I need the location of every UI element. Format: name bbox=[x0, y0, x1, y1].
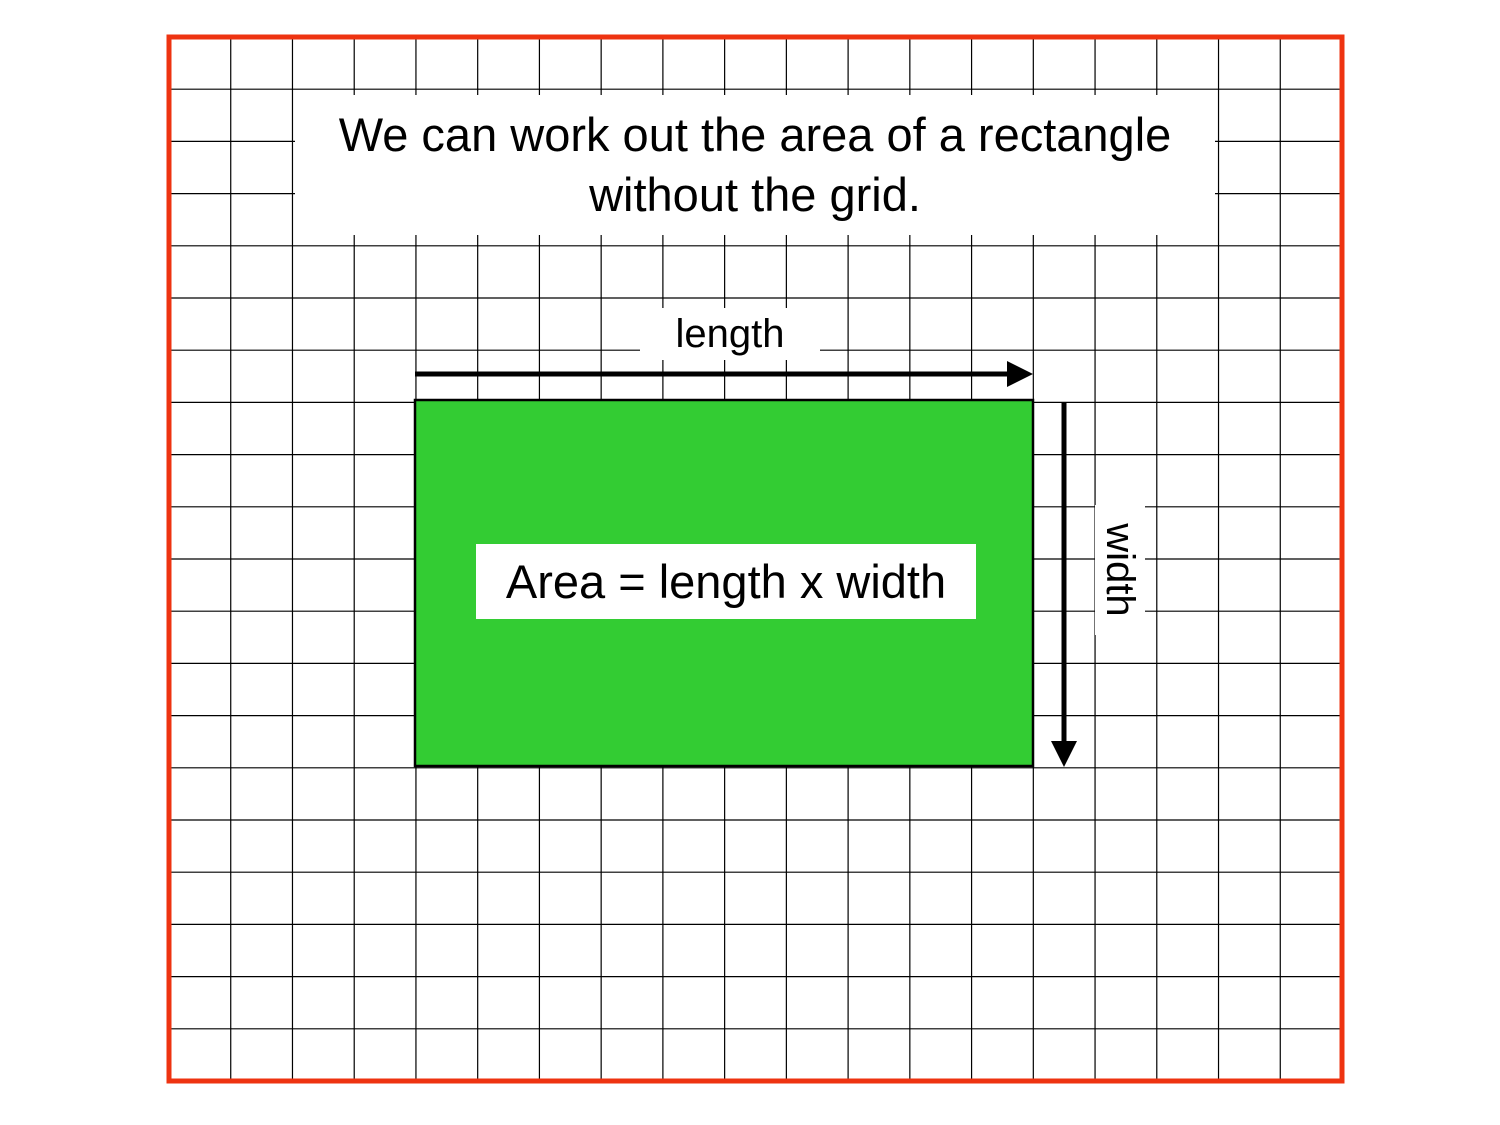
area-formula: Area = length x width bbox=[476, 544, 976, 619]
title-line-1: We can work out the area of a rectangle bbox=[338, 108, 1172, 161]
width-label: width bbox=[1095, 505, 1145, 635]
length-arrow-head bbox=[1007, 361, 1033, 387]
length-label: length bbox=[640, 308, 820, 360]
title-box: We can work out the area of a rectangle … bbox=[295, 95, 1215, 235]
slide: We can work out the area of a rectangle … bbox=[0, 0, 1500, 1125]
title-line-2: without the grid. bbox=[589, 168, 921, 221]
width-arrow-head bbox=[1051, 741, 1077, 767]
